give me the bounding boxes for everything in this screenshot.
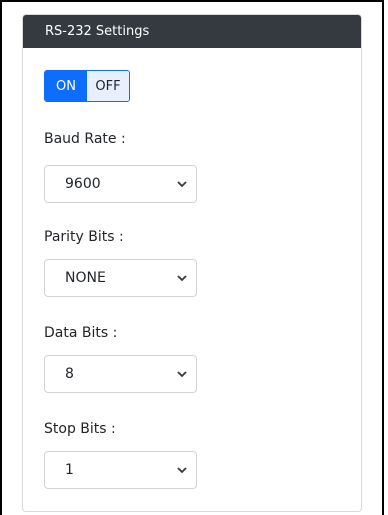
rs232-settings-panel: RS-232 Settings ON OFF Baud Rate : 9600 … xyxy=(22,14,362,512)
parity-bits-value: NONE xyxy=(65,270,106,286)
data-bits-label: Data Bits : xyxy=(44,325,118,341)
chevron-down-icon xyxy=(176,272,188,284)
data-bits-value: 8 xyxy=(65,366,74,382)
chevron-down-icon xyxy=(176,178,188,190)
stop-bits-select[interactable]: 1 xyxy=(44,451,197,489)
toggle-on-button[interactable]: ON xyxy=(45,71,87,101)
baud-rate-value: 9600 xyxy=(65,176,101,192)
stop-bits-label: Stop Bits : xyxy=(44,421,116,437)
baud-rate-select[interactable]: 9600 xyxy=(44,165,197,203)
parity-bits-select[interactable]: NONE xyxy=(44,259,197,297)
on-off-toggle[interactable]: ON OFF xyxy=(44,70,130,102)
panel-title: RS-232 Settings xyxy=(45,24,150,39)
stop-bits-value: 1 xyxy=(65,462,74,478)
toggle-off-button[interactable]: OFF xyxy=(87,71,129,101)
data-bits-select[interactable]: 8 xyxy=(44,355,197,393)
parity-bits-label: Parity Bits : xyxy=(44,229,124,245)
panel-header: RS-232 Settings xyxy=(23,15,361,48)
chevron-down-icon xyxy=(176,368,188,380)
chevron-down-icon xyxy=(176,464,188,476)
baud-rate-label: Baud Rate : xyxy=(44,131,126,147)
